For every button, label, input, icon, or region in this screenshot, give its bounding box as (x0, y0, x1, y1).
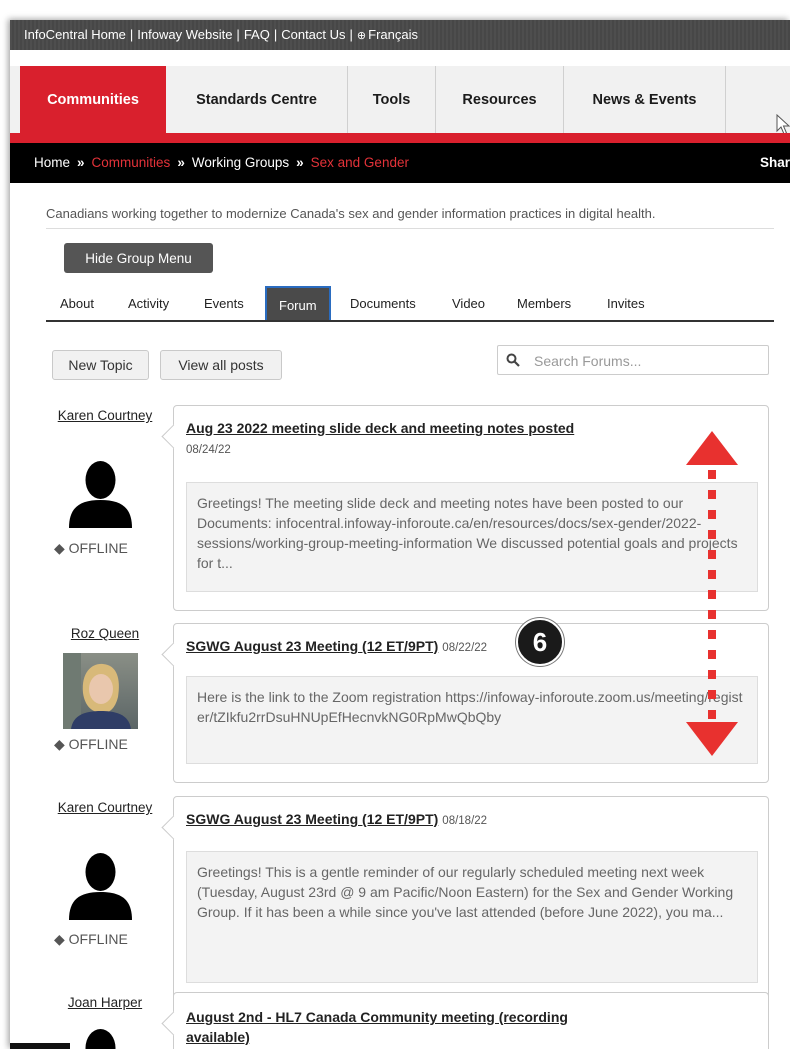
offline-icon: ◆ (54, 540, 65, 556)
separator: | (129, 27, 134, 42)
post-title[interactable]: SGWG August 23 Meeting (12 ET/9PT) (186, 811, 438, 827)
post-author[interactable]: Roz Queen (50, 624, 160, 643)
post-title-link[interactable]: August 2nd - HL7 Canada Community meetin… (186, 1007, 626, 1047)
new-topic-button[interactable]: New Topic (52, 350, 149, 380)
group-tagline: Canadians working together to modernize … (46, 206, 656, 221)
post-date: 08/22/22 (442, 642, 488, 654)
status-offline: ◆ OFFLINE (54, 931, 164, 948)
tab-documents[interactable]: Documents (350, 296, 416, 311)
nav-tab-standards-centre[interactable]: Standards Centre (166, 66, 348, 133)
status-label: OFFLINE (68, 931, 128, 947)
tab-activity[interactable]: Activity (128, 296, 169, 311)
search-box (497, 345, 769, 375)
card-pointer (161, 642, 186, 667)
breadcrumb-separator: » (177, 155, 185, 170)
post-author[interactable]: Karen Courtney (50, 406, 160, 425)
group-tabs: About Activity Events Forum Documents Vi… (46, 286, 774, 322)
breadcrumb-communities[interactable]: Communities (92, 155, 171, 170)
breadcrumb-separator: » (77, 155, 85, 170)
post-title[interactable]: SGWG August 23 Meeting (12 ET/9PT) (186, 638, 438, 654)
forum-post-card: SGWG August 23 Meeting (12 ET/9PT) 08/18/… (161, 796, 769, 1001)
tab-forum[interactable]: Forum (265, 286, 331, 320)
tab-events[interactable]: Events (204, 296, 244, 311)
search-icon[interactable] (498, 346, 528, 374)
faq-link[interactable]: FAQ (244, 27, 270, 42)
post-excerpt: Greetings! The meeting slide deck and me… (186, 482, 758, 592)
offline-icon: ◆ (54, 931, 65, 947)
breadcrumb-home[interactable]: Home (34, 155, 70, 170)
main-navigation: Communities Standards Centre Tools Resou… (10, 66, 790, 135)
avatar-photo-icon[interactable] (63, 653, 138, 729)
hide-group-menu-button[interactable]: Hide Group Menu (64, 243, 213, 273)
search-forums-input[interactable] (532, 348, 766, 374)
status-offline: ◆ OFFLINE (54, 736, 164, 753)
forum-post-card: Aug 23 2022 meeting slide deck and meeti… (161, 405, 769, 611)
card-pointer (161, 1011, 186, 1036)
status-offline: ◆ OFFLINE (54, 540, 164, 557)
breadcrumb-current: Sex and Gender (310, 155, 409, 170)
post-excerpt: Greetings! This is a gentle reminder of … (186, 851, 758, 983)
separator: | (273, 27, 278, 42)
tab-members[interactable]: Members (517, 296, 571, 311)
browser-page: InfoCentral Home | Infoway Website | FAQ | Con… (10, 20, 790, 1049)
avatar-silhouette-icon[interactable] (63, 452, 138, 528)
nav-tab-news-events[interactable]: News & Events (564, 66, 726, 133)
step-number-badge: 6 (516, 618, 564, 666)
tab-invites[interactable]: Invites (607, 296, 645, 311)
post-author[interactable]: Joan Harper (50, 993, 160, 1012)
separator: | (349, 27, 353, 42)
post-excerpt: Here is the link to the Zoom registratio… (186, 676, 758, 764)
breadcrumb: Home » Communities » Working Groups » Sex and … (10, 143, 790, 183)
nav-tab-communities[interactable]: Communities (20, 66, 166, 133)
share-link[interactable]: Shar (760, 155, 790, 170)
post-title-link[interactable]: Aug 23 2022 meeting slide deck and meeti… (186, 420, 574, 436)
card-pointer (161, 815, 186, 840)
post-title-link[interactable]: SGWG August 23 Meeting (12 ET/9PT) 08/22/… (186, 638, 487, 654)
forum-post-card: SGWG August 23 Meeting (12 ET/9PT) 08/22/… (161, 623, 769, 783)
post-date: 08/24/22 (186, 444, 231, 456)
post-author[interactable]: Karen Courtney (50, 798, 160, 817)
taskbar-fragment (10, 1043, 70, 1049)
status-label: OFFLINE (68, 540, 128, 556)
breadcrumb-working-groups[interactable]: Working Groups (192, 155, 289, 170)
tab-video[interactable]: Video (452, 296, 485, 311)
infocentral-home-link[interactable]: InfoCentral Home (24, 27, 126, 42)
nav-tab-resources[interactable]: Resources (436, 66, 564, 133)
globe-icon: ⊕ (356, 30, 367, 42)
contact-us-link[interactable]: Contact Us (281, 27, 345, 42)
view-all-posts-button[interactable]: View all posts (160, 350, 282, 380)
nav-accent-bar (10, 133, 790, 143)
post-date: 08/18/22 (442, 815, 488, 827)
forum-post-card: August 2nd - HL7 Canada Community meetin… (161, 992, 769, 1049)
divider (46, 228, 774, 229)
separator: | (236, 27, 240, 42)
breadcrumb-separator: » (296, 155, 304, 170)
utility-bar: InfoCentral Home | Infoway Website | FAQ | Con… (10, 20, 790, 50)
card-pointer (161, 424, 186, 449)
status-label: OFFLINE (68, 736, 128, 752)
nav-tab-tools[interactable]: Tools (348, 66, 436, 133)
avatar-silhouette-icon[interactable] (63, 844, 138, 920)
francais-link[interactable]: Français (368, 27, 418, 42)
offline-icon: ◆ (54, 736, 65, 752)
avatar-silhouette-icon[interactable] (63, 1020, 138, 1049)
tab-about[interactable]: About (60, 296, 94, 311)
post-title-link[interactable]: SGWG August 23 Meeting (12 ET/9PT) 08/18/… (186, 811, 487, 827)
infoway-website-link[interactable]: Infoway Website (137, 27, 232, 42)
